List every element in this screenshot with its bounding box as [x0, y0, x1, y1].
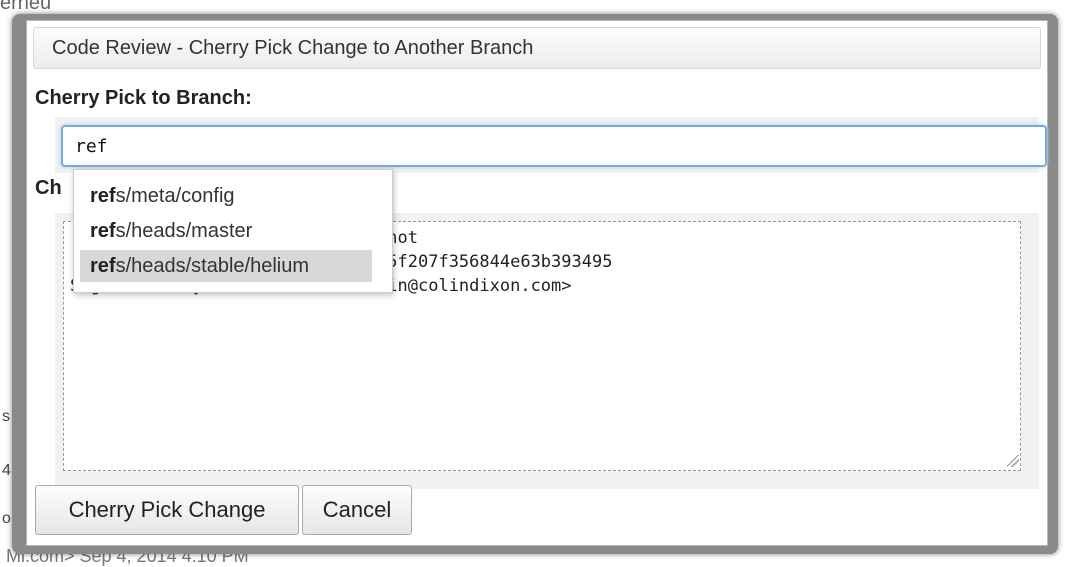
cherry-pick-dialog: Code Review - Cherry Pick Change to Anot…	[12, 14, 1058, 554]
branch-input[interactable]	[61, 125, 1047, 167]
suggestion-match: ref	[90, 185, 116, 207]
branch-label: Cherry Pick to Branch:	[35, 87, 252, 109]
dialog-title: Code Review - Cherry Pick Change to Anot…	[52, 37, 534, 59]
suggestion-item-selected[interactable]: refs/heads/stable/helium	[80, 250, 372, 282]
message-label: Ch	[35, 177, 62, 199]
suggestion-rest: s/meta/config	[115, 185, 235, 207]
suggestion-match: ref	[90, 255, 116, 277]
branch-suggestions: refs/meta/config refs/heads/master refs/…	[73, 169, 393, 293]
cancel-button[interactable]: Cancel	[302, 485, 412, 535]
dialog-titlebar[interactable]: Code Review - Cherry Pick Change to Anot…	[33, 27, 1041, 69]
suggestion-match: ref	[90, 220, 116, 242]
cherry-pick-button[interactable]: Cherry Pick Change	[35, 485, 299, 535]
dialog-body: Code Review - Cherry Pick Change to Anot…	[26, 20, 1048, 546]
suggestion-item[interactable]: refs/meta/config	[80, 180, 372, 212]
background-side-letter: o	[2, 510, 11, 527]
resize-grip-icon[interactable]	[1007, 455, 1019, 467]
suggestion-item[interactable]: refs/heads/master	[80, 215, 372, 247]
background-side-letter: s	[2, 408, 10, 425]
background-text-top: errieu	[0, 0, 52, 14]
suggestion-rest: s/heads/stable/helium	[115, 255, 310, 277]
background-side-letter: 4	[2, 462, 11, 479]
suggestion-rest: s/heads/master	[115, 220, 253, 242]
